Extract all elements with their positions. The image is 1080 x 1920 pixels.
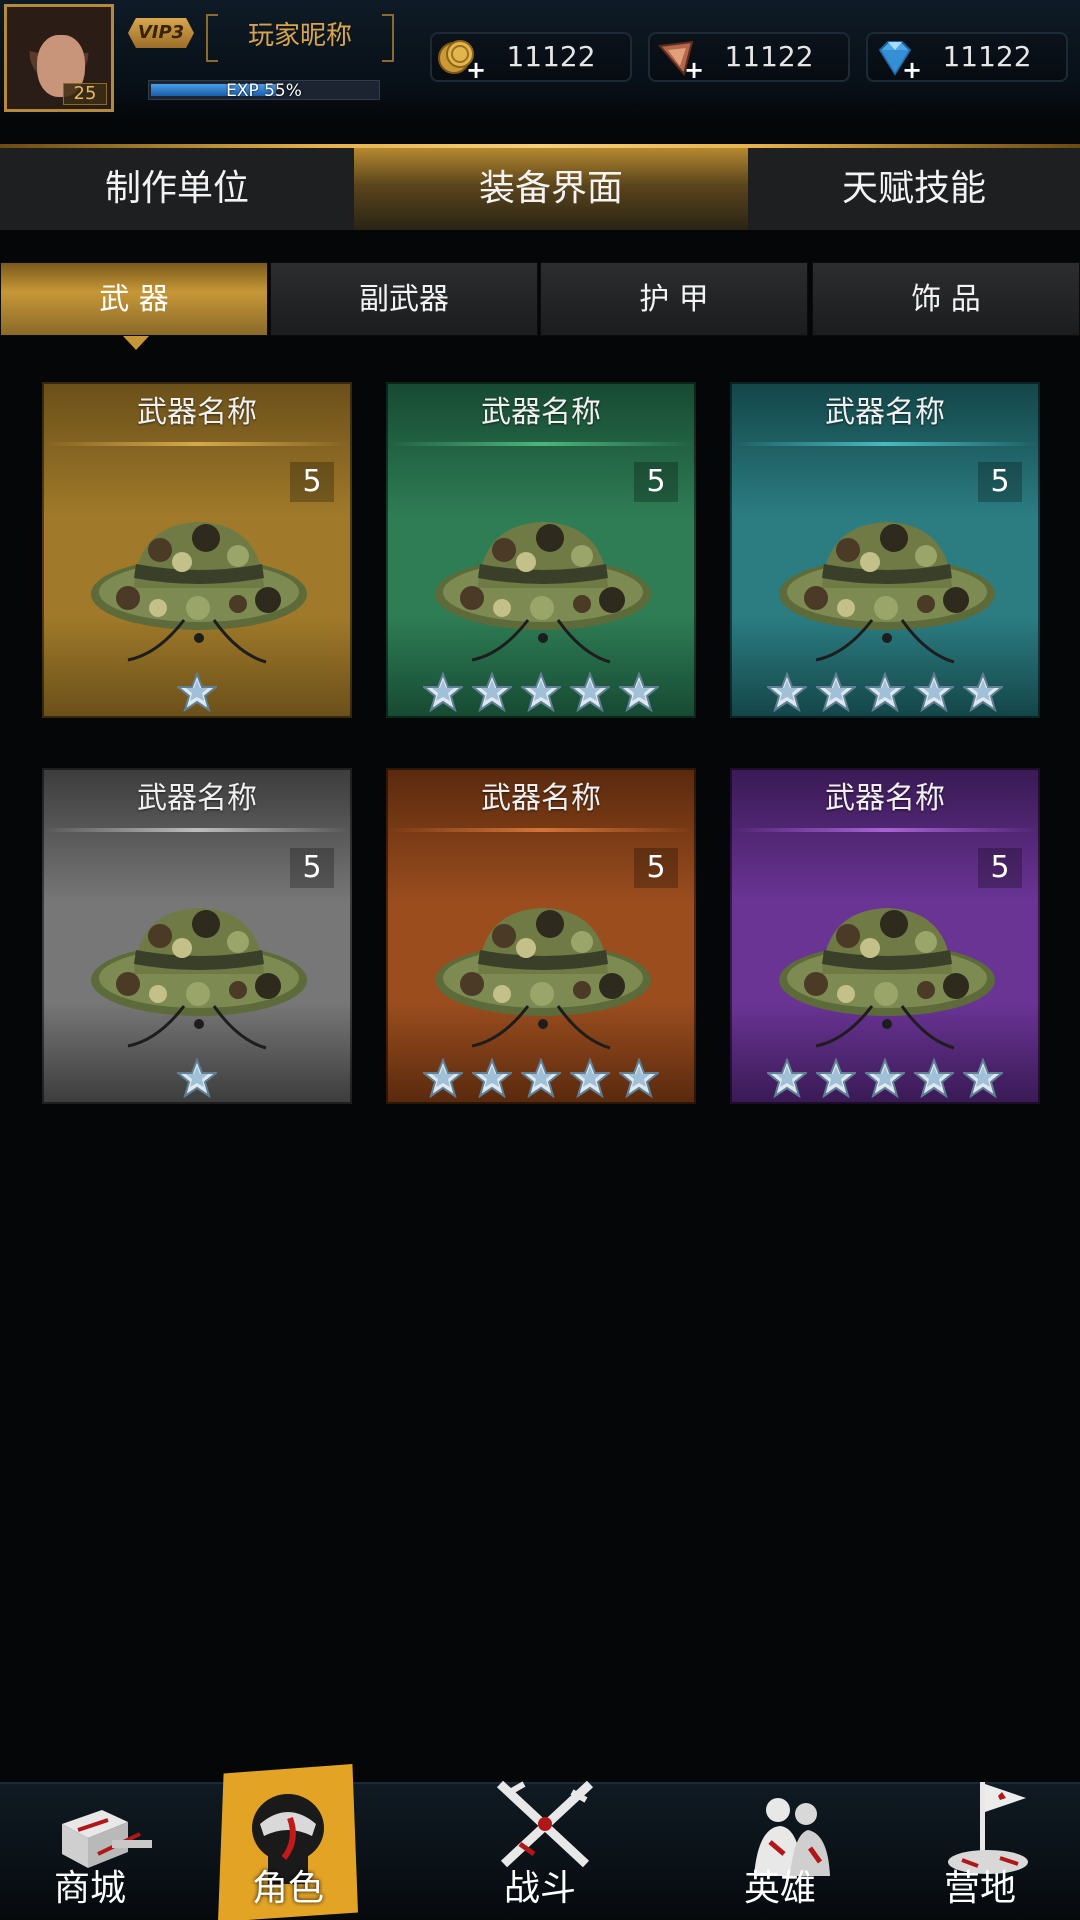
star-icon [815,672,856,712]
star-icon [963,672,1004,712]
star-icon [619,672,660,712]
item-count: 5 [634,462,678,502]
tab-weapon[interactable]: 武 器 [0,262,268,336]
item-count: 5 [634,848,678,888]
camo-hat-icon [779,908,995,1050]
star-icon [914,672,955,712]
nav-battle-label: 战斗 [503,1868,576,1909]
star-icon [766,1058,807,1098]
item-count: 5 [978,462,1022,502]
vip-badge[interactable]: VIP3 [128,18,194,48]
item-name: 武器名称 [137,781,257,816]
star-icon [422,672,463,712]
item-count: 5 [290,848,334,888]
main-tabs: 制作单位 装备界面 天赋技能 [0,148,1080,230]
top-bar: 25 VIP3 玩家昵称 EXP 55% + 11122 + 11122 + 1… [0,0,1080,118]
exp-bar: EXP 55% [148,80,380,101]
item-name: 武器名称 [481,781,601,816]
item-count: 5 [978,848,1022,888]
star-icon [422,1058,463,1098]
token-amount: 11122 [724,40,814,73]
star-icon [815,1058,856,1098]
star-icon [914,1058,955,1098]
star-icon [471,672,512,712]
shop-icon [62,1810,152,1868]
item-card[interactable]: 武器名称 5 [386,768,696,1104]
item-star-rating [44,1058,350,1098]
player-nickname: 玩家昵称 [247,21,352,51]
exp-label: EXP 55% [226,81,302,101]
item-star-rating [732,672,1038,712]
star-icon [963,1058,1004,1098]
star-icon [177,672,217,712]
camo-hat-icon [779,522,995,664]
tab-secondary-weapon[interactable]: 副武器 [270,262,538,336]
item-title-divider [44,442,350,446]
item-title-divider [732,828,1038,832]
camo-hat-icon [91,522,307,664]
item-card[interactable]: 武器名称 5 [730,382,1040,718]
player-level-badge: 25 [63,83,107,105]
item-star-rating [732,1058,1038,1098]
star-icon [865,672,905,712]
nav-shop-label: 商城 [53,1868,126,1909]
item-card[interactable]: 武器名称 5 [42,382,352,718]
item-name: 武器名称 [137,395,257,430]
camo-hat-icon [91,908,307,1050]
tab-talent-skills[interactable]: 天赋技能 [748,148,1080,230]
camo-hat-icon [435,522,651,664]
item-card[interactable]: 武器名称 5 [386,382,696,718]
star-icon [570,1058,611,1098]
star-icon [619,1058,660,1098]
camo-hat-icon [435,908,651,1050]
item-title-divider [388,828,694,832]
star-icon [521,1058,561,1098]
nav-shop[interactable]: 商城 [0,1784,200,1920]
currency-token[interactable]: + 11122 [648,32,850,82]
player-avatar[interactable]: 25 [4,4,114,112]
nav-camp[interactable]: 营地 [900,1782,1080,1920]
nav-battle[interactable]: 战斗 [440,1780,640,1920]
item-name: 武器名称 [825,781,945,816]
category-tabs: 武 器 副武器 护 甲 饰 品 [0,262,1080,336]
item-star-rating [388,1058,694,1098]
item-title-divider [732,442,1038,446]
star-icon [570,672,611,712]
nav-character[interactable]: 角色 [218,1764,358,1920]
tab-armor[interactable]: 护 甲 [540,262,808,336]
item-title-divider [388,442,694,446]
item-card[interactable]: 武器名称 5 [42,768,352,1104]
nickname-frame[interactable]: 玩家昵称 [206,14,394,62]
item-count: 5 [290,462,334,502]
item-card[interactable]: 武器名称 5 [730,768,1040,1104]
star-icon [521,672,561,712]
currency-gold[interactable]: + 11122 [430,32,632,82]
active-tab-pointer [123,336,149,350]
currency-diamond[interactable]: + 11122 [866,32,1068,82]
nav-camp-label: 营地 [943,1868,1016,1909]
item-star-rating [388,672,694,712]
star-icon [865,1058,905,1098]
item-name: 武器名称 [825,395,945,430]
diamond-amount: 11122 [942,40,1032,73]
star-icon [766,672,807,712]
star-icon [177,1058,217,1098]
item-title-divider [44,828,350,832]
gold-amount: 11122 [506,40,596,73]
star-icon [471,1058,512,1098]
battle-icon [496,1780,594,1868]
tab-accessory[interactable]: 饰 品 [812,262,1080,336]
item-star-rating [44,672,350,712]
nav-character-label: 角色 [251,1868,324,1909]
camp-flag-icon [948,1782,1028,1874]
tab-equipment[interactable]: 装备界面 [354,148,748,230]
bottom-nav: 商城 角色 战斗 英雄 营地 [0,1764,1080,1920]
item-name: 武器名称 [481,395,601,430]
nav-hero[interactable]: 英雄 [680,1784,880,1920]
nav-hero-label: 英雄 [743,1868,816,1909]
tab-production-units[interactable]: 制作单位 [0,148,354,230]
